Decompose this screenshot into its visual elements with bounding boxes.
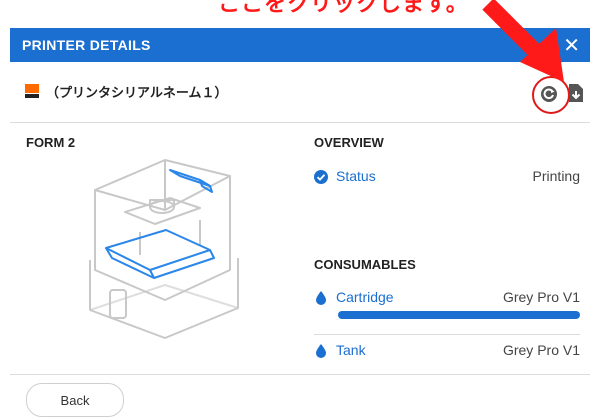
dialog-title: PRINTER DETAILS xyxy=(22,37,151,53)
tank-value: Grey Pro V1 xyxy=(502,342,580,358)
footer-divider xyxy=(10,374,590,375)
status-label[interactable]: Status xyxy=(336,168,376,184)
cartridge-label[interactable]: Cartridge xyxy=(336,289,394,305)
close-icon[interactable]: ✕ xyxy=(563,33,580,58)
status-row: Status Printing xyxy=(314,166,580,186)
printer-illustration xyxy=(89,159,239,339)
printer-name: （プリンタシリアルネーム１） xyxy=(46,86,228,101)
printer-name-bar: （プリンタシリアルネーム１） xyxy=(10,62,590,123)
status-value: Printing xyxy=(532,168,580,184)
droplet-icon xyxy=(316,291,326,305)
consumables-heading: CONSUMABLES xyxy=(314,257,416,272)
droplet-icon xyxy=(316,344,326,358)
document-icon[interactable] xyxy=(568,84,584,102)
refresh-icon[interactable] xyxy=(540,85,558,103)
annotation-text: ここをクリックします。 xyxy=(218,0,469,17)
printer-model: FORM 2 xyxy=(26,135,76,150)
check-circle-icon xyxy=(314,170,328,184)
cartridge-level-bar xyxy=(338,311,580,319)
cartridge-value: Grey Pro V1 xyxy=(502,289,580,305)
tank-row: Tank Grey Pro V1 xyxy=(314,340,580,360)
overview-heading: OVERVIEW xyxy=(314,135,384,150)
printer-icon xyxy=(25,84,39,98)
tank-label[interactable]: Tank xyxy=(336,342,366,358)
annotation-text-container: ここをクリックします。 xyxy=(0,0,591,28)
divider xyxy=(314,334,580,335)
dialog-header: PRINTER DETAILS ✕ xyxy=(10,28,590,62)
back-button[interactable]: Back xyxy=(26,383,124,417)
cartridge-row: Cartridge Grey Pro V1 xyxy=(314,287,580,307)
